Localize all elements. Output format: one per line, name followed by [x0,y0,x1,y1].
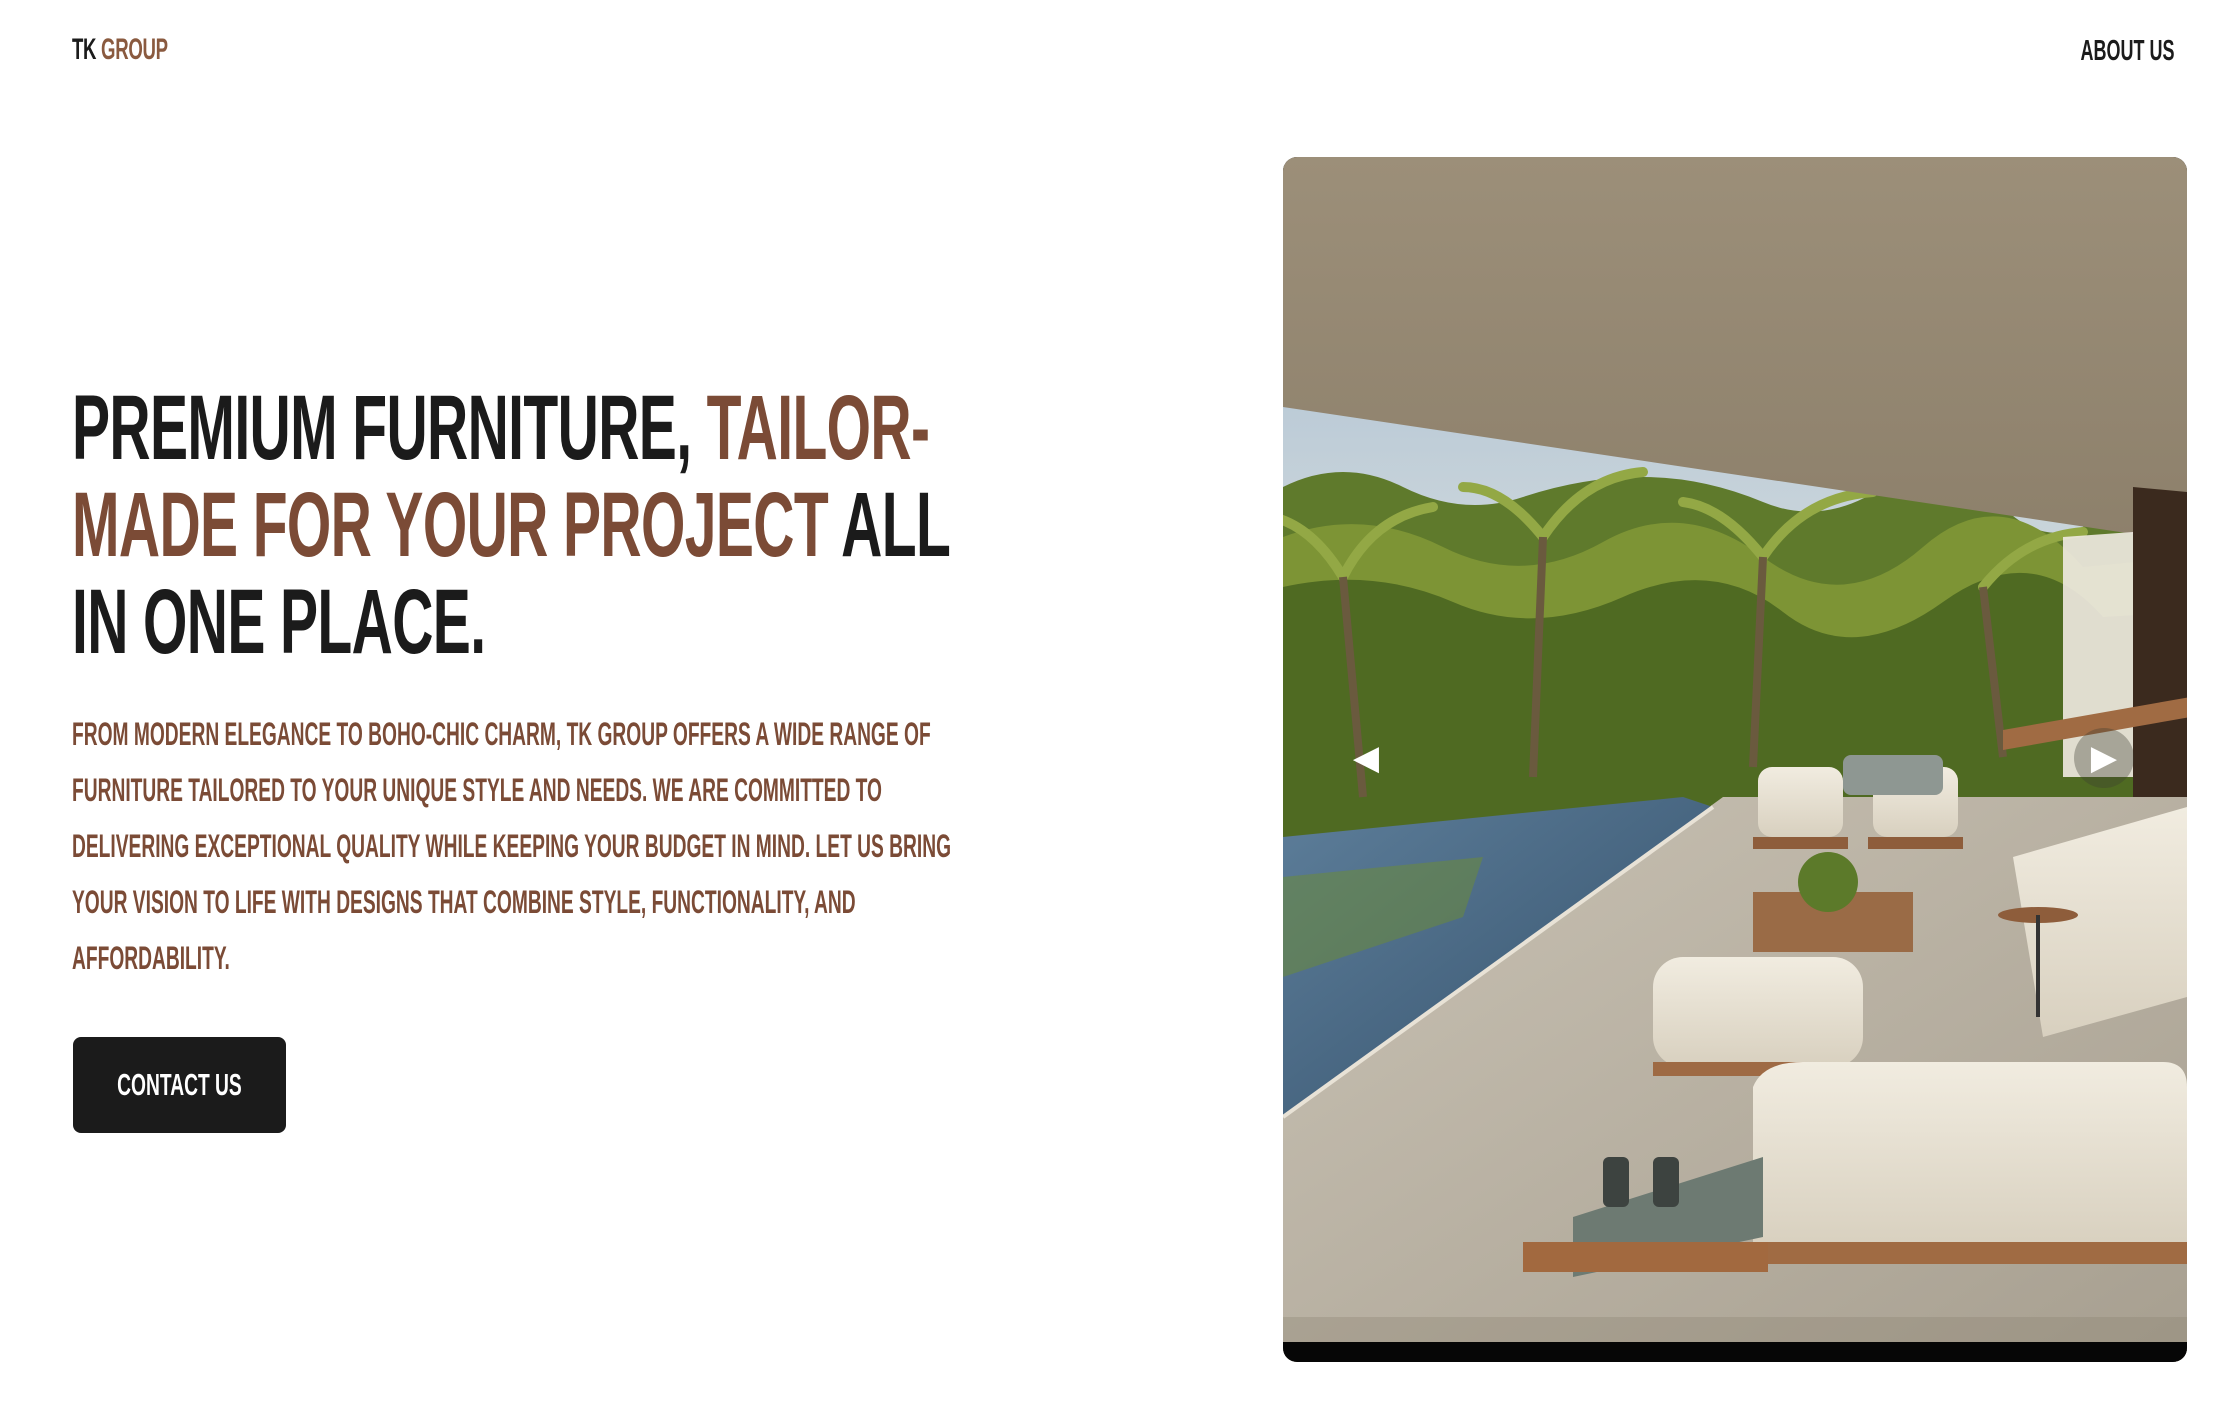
triangle-left-icon: ◀ [1352,739,1380,777]
hero-headline: PREMIUM FURNITURE, TAILOR-MADE FOR YOUR … [72,380,1002,671]
headline-part-1: PREMIUM FURNITURE, [72,377,707,479]
logo-group: GROUP [101,33,168,66]
nav-about-us-label: ABOUT US [2080,35,2174,67]
carousel-prev-button[interactable]: ◀ [1336,728,1396,788]
hero-image-carousel [1283,157,2187,1362]
carousel-next-button[interactable]: ▶ [2074,728,2134,788]
contact-us-button[interactable]: CONTACT US [73,1037,286,1133]
contact-us-label: CONTACT US [117,1067,242,1102]
nav-about-us-link[interactable]: ABOUT US [2023,35,2174,68]
outdoor-lounge-image [1283,157,2187,1362]
triangle-right-icon: ▶ [2090,739,2118,777]
brand-logo[interactable]: TK GROUP [72,33,226,73]
logo-tk: TK [72,33,97,66]
hero-description: FROM MODERN ELEGANCE TO BOHO-CHIC CHARM,… [72,716,952,976]
